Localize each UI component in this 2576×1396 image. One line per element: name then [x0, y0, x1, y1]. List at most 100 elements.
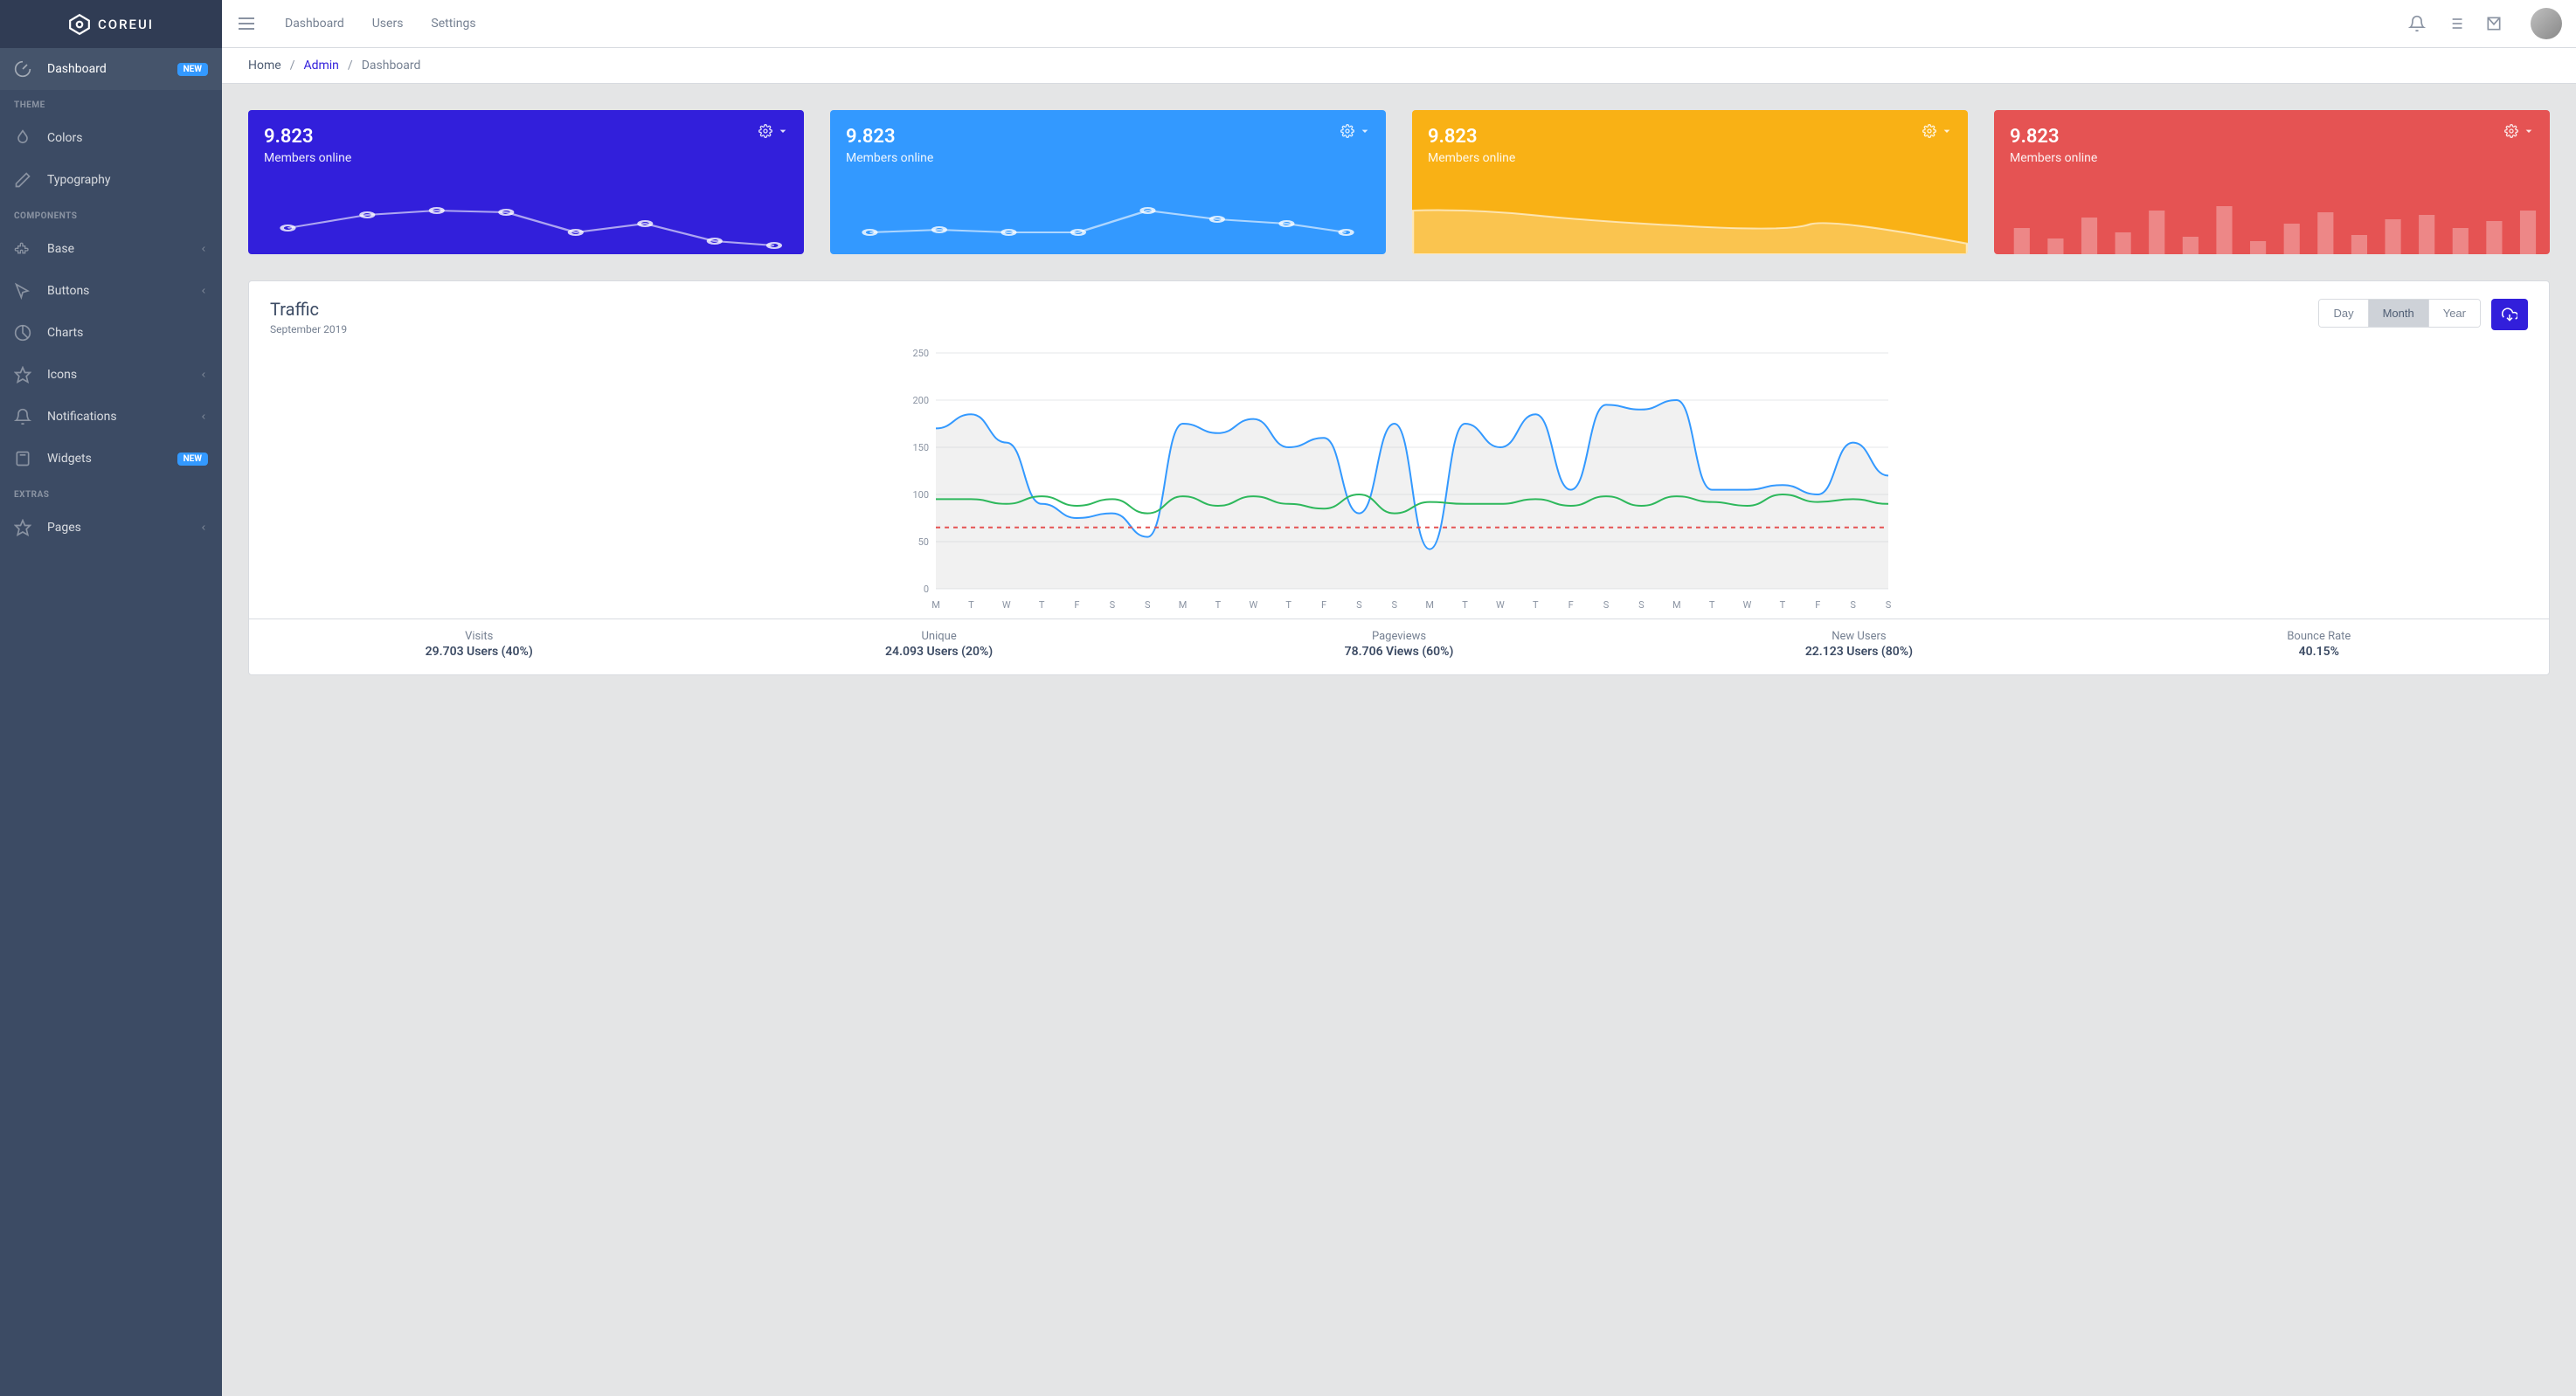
card-label: Members online [846, 151, 1370, 165]
drop-icon [14, 129, 31, 147]
bell-icon[interactable] [2408, 15, 2426, 32]
list-icon[interactable] [2447, 15, 2464, 32]
svg-text:W: W [1249, 599, 1257, 611]
svg-text:F: F [1321, 599, 1326, 611]
sidebar-item-buttons[interactable]: Buttons [0, 270, 222, 312]
svg-text:F: F [1568, 599, 1574, 611]
sidebar-group-title: THEME [0, 90, 222, 117]
svg-text:250: 250 [912, 348, 929, 359]
svg-text:M: M [1672, 599, 1681, 611]
envelope-icon[interactable] [2485, 15, 2503, 32]
chevron-down-icon [776, 124, 790, 138]
traffic-chart: 050100150200250MTWTFSSMTWTFSSMTWTFSSMTWT… [270, 344, 2528, 615]
menu-toggle-icon[interactable] [236, 13, 257, 34]
sidebar-item-label: Pages [47, 521, 199, 535]
stat-pageviews: Pageviews78.706 Views (60%) [1169, 619, 1629, 674]
sidebar-group-title: COMPONENTS [0, 201, 222, 228]
stat-card-2: 9.823 Members online [1412, 110, 1968, 254]
svg-text:M: M [1425, 599, 1434, 611]
stat-label: Visits [256, 630, 702, 643]
breadcrumb-admin[interactable]: Admin [303, 59, 338, 73]
svg-text:S: S [1850, 599, 1856, 611]
topbar: Dashboard Users Settings [222, 0, 2576, 48]
badge-new: NEW [177, 63, 208, 76]
svg-text:200: 200 [912, 395, 929, 406]
svg-text:T: T [1709, 599, 1715, 611]
svg-text:W: W [1743, 599, 1752, 611]
range-day[interactable]: Day [2319, 300, 2368, 327]
topnav-users[interactable]: Users [372, 17, 404, 31]
stat-card-0: 9.823 Members online [248, 110, 804, 254]
sidebar-item-dashboard[interactable]: DashboardNEW [0, 48, 222, 90]
card-settings-button[interactable] [1340, 124, 1372, 138]
card-settings-button[interactable] [758, 124, 790, 138]
stat-unique: Unique 24.093 Users (20%) [709, 619, 1168, 674]
sidebar-item-label: Colors [47, 131, 208, 145]
gear-icon [1340, 124, 1354, 138]
card-value: 9.823 [264, 126, 788, 148]
chevron-down-icon [2522, 124, 2536, 138]
svg-text:0: 0 [924, 584, 929, 595]
sidebar-item-typography[interactable]: Typography [0, 159, 222, 201]
calculator-icon [14, 450, 31, 467]
sidebar-item-label: Charts [47, 326, 208, 340]
breadcrumb-current: Dashboard [362, 59, 421, 73]
breadcrumb-home[interactable]: Home [248, 59, 281, 73]
sidebar-item-label: Icons [47, 368, 199, 382]
sidebar-item-pages[interactable]: Pages [0, 507, 222, 549]
svg-text:100: 100 [912, 489, 929, 501]
card-value: 9.823 [846, 126, 1370, 148]
sidebar-item-colors[interactable]: Colors [0, 117, 222, 159]
card-settings-button[interactable] [1922, 124, 1954, 138]
sidebar-item-widgets[interactable]: WidgetsNEW [0, 438, 222, 480]
svg-text:150: 150 [912, 442, 929, 453]
card-label: Members online [1428, 151, 1952, 165]
top-nav: Dashboard Users Settings [285, 17, 476, 31]
topnav-dashboard[interactable]: Dashboard [285, 17, 344, 31]
bell-icon [14, 408, 31, 425]
sidebar-item-notifications[interactable]: Notifications [0, 396, 222, 438]
stat-value: 22.123 Users (80%) [1636, 645, 2081, 659]
breadcrumb: Home / Admin / Dashboard [222, 48, 2576, 84]
sidebar: COREUI DashboardNEWTHEME Colors Typography… [0, 0, 222, 1396]
svg-text:T: T [968, 599, 974, 611]
stat-value: 24.093 Users (20%) [716, 645, 1161, 659]
svg-text:M: M [1179, 599, 1188, 611]
sidebar-item-charts[interactable]: Charts [0, 312, 222, 354]
svg-text:S: S [1886, 599, 1892, 611]
stat-label: New Users [1636, 630, 2081, 643]
sidebar-item-label: Base [47, 242, 199, 256]
card-settings-button[interactable] [2504, 124, 2536, 138]
chevron-left-icon [199, 370, 208, 379]
star-icon [14, 366, 31, 384]
brand-logo[interactable]: COREUI [0, 0, 222, 48]
chevron-left-icon [199, 287, 208, 295]
card-spark [1412, 193, 1968, 254]
chevron-left-icon [199, 412, 208, 421]
sidebar-item-base[interactable]: Base [0, 228, 222, 270]
gear-icon [758, 124, 772, 138]
topnav-settings[interactable]: Settings [431, 17, 475, 31]
stat-value: 78.706 Views (60%) [1176, 645, 1622, 659]
range-year[interactable]: Year [2429, 300, 2480, 327]
sidebar-group-title: EXTRAS [0, 480, 222, 507]
stat-label: Unique [716, 630, 1161, 643]
svg-text:T: T [1533, 599, 1539, 611]
brand-icon [68, 13, 91, 36]
download-button[interactable] [2491, 299, 2528, 330]
speedometer-icon [14, 60, 31, 78]
card-label: Members online [264, 151, 788, 165]
sidebar-item-icons[interactable]: Icons [0, 354, 222, 396]
puzzle-icon [14, 240, 31, 258]
svg-text:T: T [1215, 599, 1222, 611]
svg-text:M: M [931, 599, 940, 611]
avatar[interactable] [2531, 8, 2562, 39]
range-toggle: DayMonthYear [2318, 299, 2481, 328]
star-icon [14, 519, 31, 536]
stat-value: 29.703 Users (40%) [256, 645, 702, 659]
svg-text:S: S [1356, 599, 1362, 611]
range-month[interactable]: Month [2369, 300, 2429, 327]
svg-text:S: S [1145, 599, 1151, 611]
traffic-panel: Traffic September 2019 DayMonthYear 0501… [248, 280, 2550, 675]
traffic-subtitle: September 2019 [270, 323, 347, 335]
